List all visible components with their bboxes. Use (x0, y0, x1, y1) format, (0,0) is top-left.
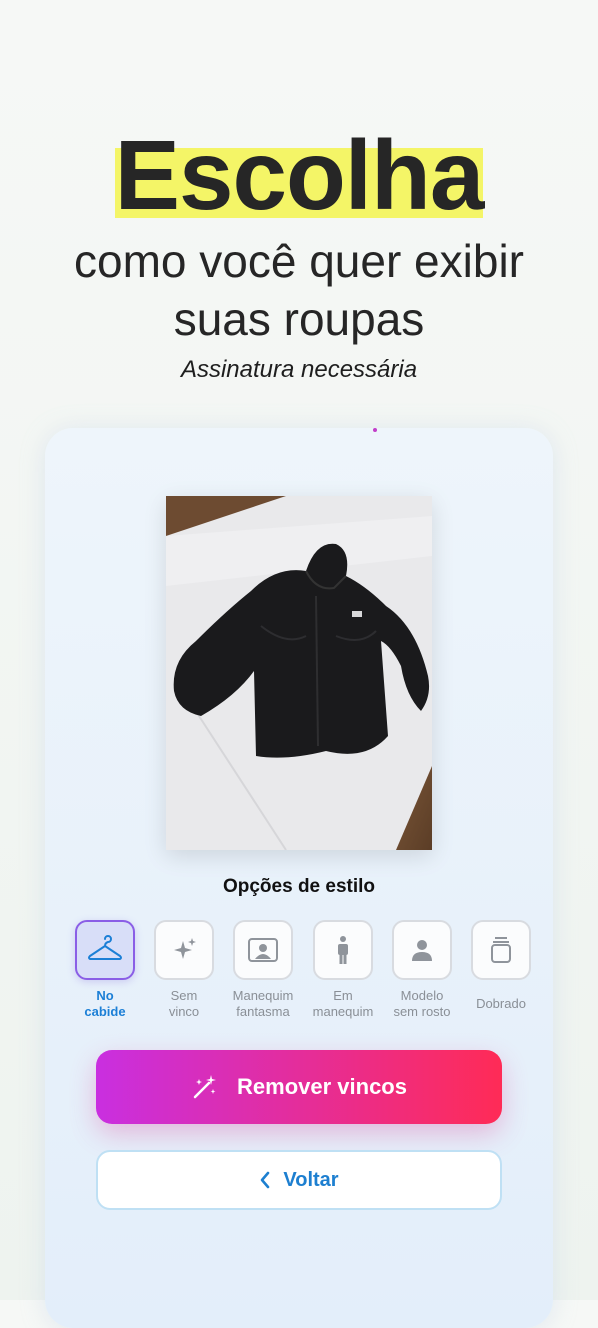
style-option-tile[interactable] (313, 920, 373, 980)
title-highlight: Escolha (114, 120, 484, 230)
style-option-faceless-model[interactable]: Modelo sem rosto (382, 920, 462, 1020)
sparkles-icon (174, 938, 196, 959)
magic-wand-icon (193, 1075, 217, 1099)
style-option-label: Dobrado (476, 996, 526, 1011)
subscription-note: Assinatura necessária (180, 356, 418, 383)
subtitle-line-2: suas roupas (173, 293, 425, 345)
back-label: Voltar (283, 1168, 339, 1191)
style-option-label: Manequim fantasma (232, 988, 294, 1019)
style-option-tile[interactable] (75, 920, 135, 980)
remove-creases-button[interactable]: Remover vincos (96, 1050, 502, 1124)
style-option-on-mannequin[interactable]: Em manequim (303, 920, 383, 1020)
style-option-tile[interactable] (392, 920, 452, 980)
style-option-label: Sem vinco (168, 988, 200, 1019)
style-option-tile[interactable] (471, 920, 531, 980)
style-option-label: Modelo sem rosto (393, 988, 451, 1019)
style-option-label: No cabide (84, 988, 126, 1019)
style-option-folded[interactable]: Dobrado (461, 920, 541, 1012)
style-option-ghost-mannequin[interactable]: Manequim fantasma (223, 920, 303, 1020)
person-icon (412, 940, 432, 961)
style-option-hanger[interactable]: No cabide (65, 920, 145, 1020)
page-subtitle: como você quer exibir suas roupas (0, 232, 598, 348)
style-option-label: Em manequim (312, 988, 374, 1019)
back-button[interactable]: Voltar (96, 1150, 502, 1210)
style-options-title: Opções de estilo (222, 876, 376, 897)
style-option-tile[interactable] (233, 920, 293, 980)
garment-preview-image (166, 496, 432, 850)
jacket-photo-illustration (166, 496, 432, 850)
hanger-icon (88, 935, 122, 960)
folded-stack-icon (491, 937, 511, 963)
subtitle-line-1: como você quer exibir (74, 235, 524, 287)
indicator-dot (373, 428, 377, 432)
style-option-no-crease[interactable]: Sem vinco (144, 920, 224, 1020)
mannequin-icon (338, 936, 348, 964)
portrait-frame-icon (248, 938, 278, 962)
chevron-left-icon (261, 1171, 270, 1189)
page-title: Escolha (0, 126, 598, 224)
style-option-tile[interactable] (154, 920, 214, 980)
remove-creases-label: Remover vincos (237, 1074, 407, 1099)
